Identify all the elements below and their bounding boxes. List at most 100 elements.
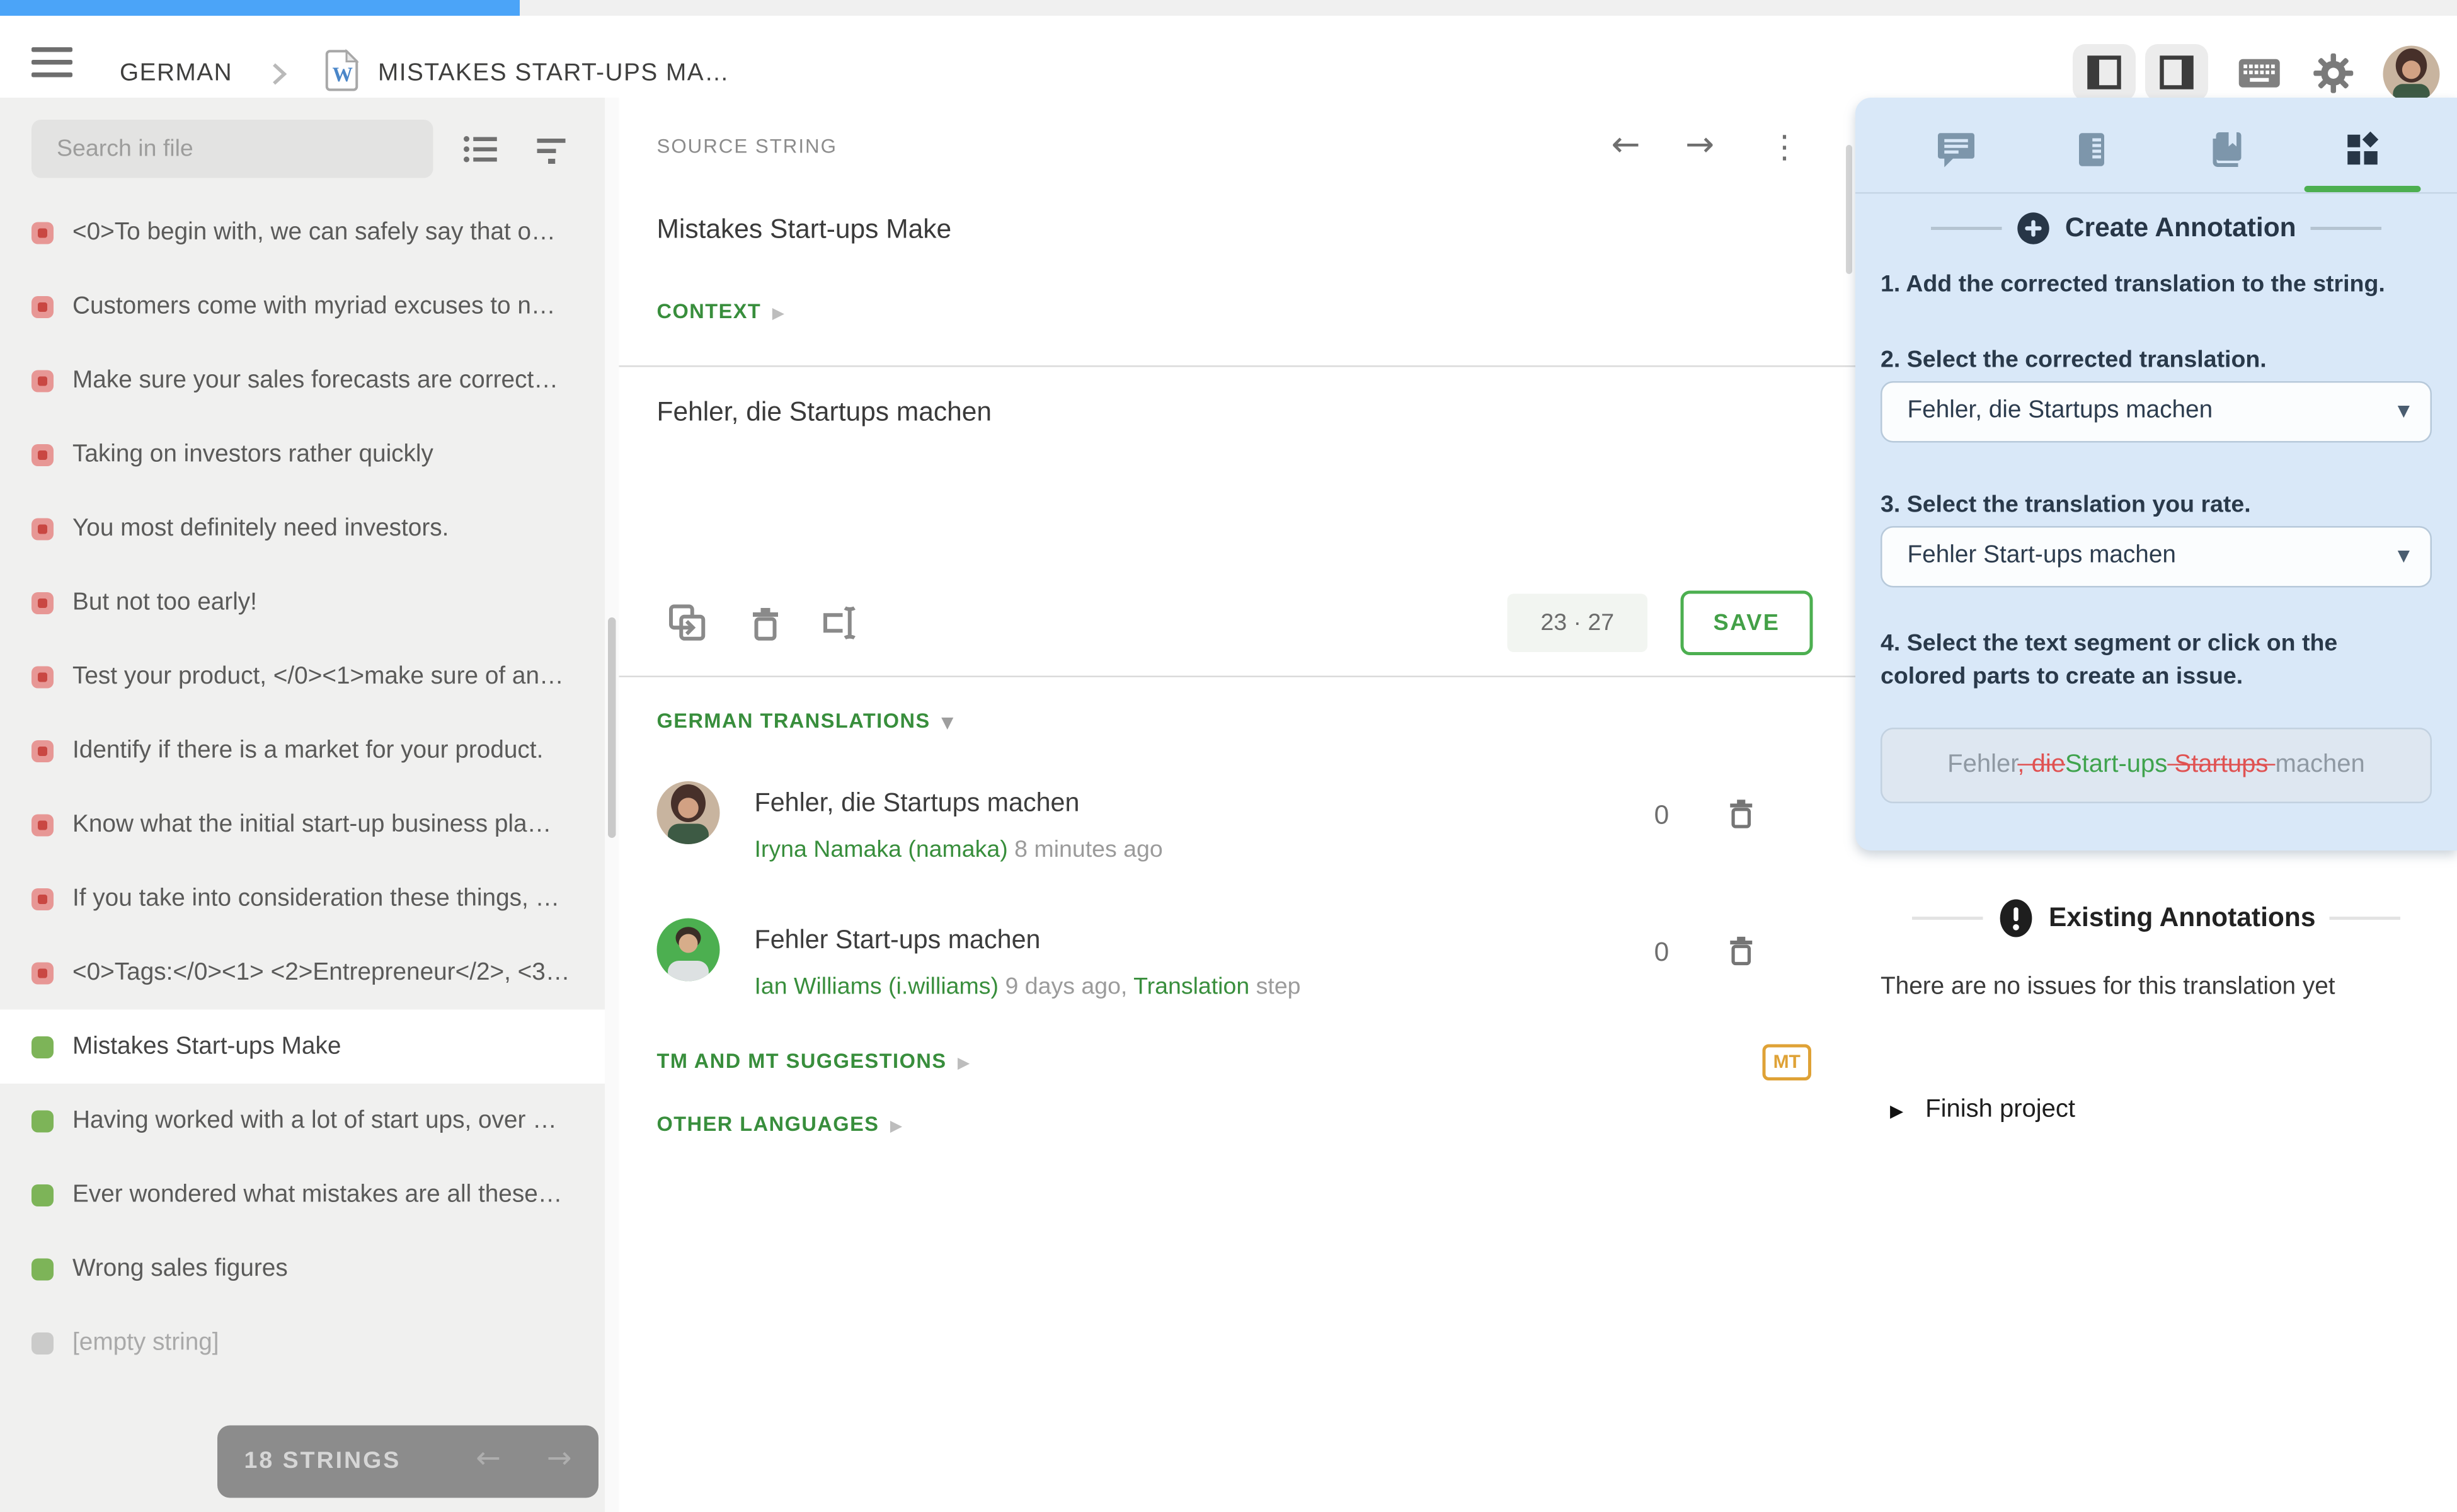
string-list-item[interactable]: Taking on investors rather quickly: [0, 418, 619, 492]
previous-string-button[interactable]: ←: [1612, 126, 1641, 166]
select-caret-icon: ▼: [2398, 548, 2410, 566]
toggle-left-panel-button[interactable]: [2073, 44, 2136, 101]
translation-text[interactable]: Fehler, die Startups machen: [755, 789, 1080, 820]
translation-meta: Ian Williams (i.williams) 9 days ago, Tr…: [755, 973, 1301, 1000]
strings-sidebar: <0>To begin with, we can safely say that…: [0, 98, 619, 1512]
author-link[interactable]: Iryna Namaka (namaka): [755, 837, 1008, 864]
divider: [1855, 192, 2457, 194]
svg-text:W: W: [333, 64, 353, 86]
keyboard-shortcuts-icon[interactable]: [2238, 59, 2281, 89]
status-translated-icon: [32, 1184, 54, 1206]
string-list-item[interactable]: <0>Tags:</0><1> <2>Entrepreneur</2>, <3…: [0, 936, 619, 1010]
toggle-right-panel-button[interactable]: [2145, 44, 2208, 101]
status-untranslated-icon: [32, 740, 54, 762]
editor-main: SOURCE STRING ← → ⋮ Mistakes Start-ups M…: [619, 98, 1856, 1512]
tab-context-info[interactable]: [2060, 123, 2123, 176]
comment-icon: [1936, 129, 1977, 170]
main-scrollbar-thumb[interactable]: [1846, 145, 1852, 274]
string-list-item[interactable]: Make sure your sales forecasts are corre…: [0, 343, 619, 418]
tab-annotations-active[interactable]: [2331, 123, 2394, 176]
translation-text[interactable]: Fehler Start-ups machen: [755, 926, 1041, 956]
view-list-icon[interactable]: [463, 134, 501, 166]
string-list-item[interactable]: Wrong sales figures: [0, 1232, 619, 1306]
string-list-item[interactable]: Know what the initial start-up business …: [0, 788, 619, 862]
tab-glossary[interactable]: [2196, 123, 2259, 176]
next-page-button[interactable]: →: [547, 1441, 572, 1476]
removed-segment[interactable]: Startups: [2167, 752, 2275, 779]
user-avatar[interactable]: [2383, 46, 2440, 103]
string-list-item[interactable]: Having worked with a lot of start ups, o…: [0, 1084, 619, 1158]
filter-icon[interactable]: [537, 137, 569, 166]
string-list-item[interactable]: Customers come with myriad excuses to n…: [0, 270, 619, 344]
status-untranslated-icon: [32, 295, 54, 318]
corrected-translation-select[interactable]: Fehler, die Startups machen ▼: [1881, 381, 2432, 443]
status-untranslated-icon: [32, 221, 54, 243]
tab-comments[interactable]: [1925, 123, 1988, 176]
status-translated-icon: [32, 1109, 54, 1131]
step-1-instruction: 1. Add the corrected translation to the …: [1881, 268, 2435, 301]
translation-input[interactable]: Fehler, die Startups machen: [657, 397, 992, 428]
vote-count: 0: [1646, 937, 1678, 969]
delete-translation-icon[interactable]: [1725, 796, 1758, 832]
string-list-item[interactable]: But not too early!: [0, 566, 619, 640]
string-list-item[interactable]: <0>To begin with, we can safely say that…: [0, 195, 619, 270]
added-segment[interactable]: Start-ups: [2065, 752, 2167, 779]
collapse-caret-icon: ▼: [941, 715, 954, 733]
sidebar-scrollbar[interactable]: [605, 98, 619, 1512]
rated-translation-select[interactable]: Fehler Start-ups machen ▼: [1881, 526, 2432, 588]
finish-project-toggle[interactable]: ▶Finish project: [1890, 1096, 2075, 1125]
tm-suggestions-toggle[interactable]: TM AND MT SUGGESTIONS▶: [657, 1049, 971, 1073]
step-2-instruction: 2. Select the corrected translation.: [1881, 343, 2435, 377]
right-panel: Create Annotation 1. Add the corrected t…: [1855, 98, 2457, 1512]
string-list-item[interactable]: Test your product, </0><1>make sure of a…: [0, 639, 619, 714]
string-list-item[interactable]: [empty string]: [0, 1306, 619, 1380]
workflow-step-link[interactable]: Translation: [1133, 973, 1249, 1000]
search-input[interactable]: [54, 134, 415, 164]
translations-section-toggle[interactable]: GERMAN TRANSLATIONS▼: [657, 709, 954, 733]
step-3-instruction: 3. Select the translation you rate.: [1881, 488, 2435, 522]
annotation-card: Create Annotation 1. Add the corrected t…: [1855, 98, 2457, 850]
save-button[interactable]: SAVE: [1681, 591, 1813, 656]
string-list-item-selected[interactable]: Mistakes Start-ups Make: [0, 1010, 619, 1084]
status-empty-icon: [32, 1332, 54, 1354]
string-list-item[interactable]: Ever wondered what mistakes are all thes…: [0, 1158, 619, 1232]
context-toggle[interactable]: CONTEXT▶: [657, 299, 786, 323]
existing-annotations-header: Existing Annotations: [1855, 895, 2457, 942]
status-untranslated-icon: [32, 592, 54, 614]
select-text-icon[interactable]: [818, 602, 861, 644]
layout-right-icon: [2158, 54, 2196, 91]
breadcrumb-project[interactable]: GERMAN: [120, 60, 232, 88]
create-annotation-header: Create Annotation: [1855, 205, 2457, 252]
document-info-icon: [2071, 129, 2112, 170]
string-list-item[interactable]: Identify if there is a market for your p…: [0, 714, 619, 788]
status-untranslated-icon: [32, 888, 54, 910]
string-list-item[interactable]: If you take into consideration these thi…: [0, 862, 619, 936]
status-translated-icon: [32, 1036, 54, 1058]
more-options-icon[interactable]: ⋮: [1769, 128, 1801, 166]
author-link[interactable]: Ian Williams (i.williams): [755, 973, 999, 1000]
status-translated-icon: [32, 1257, 54, 1280]
glossary-book-icon: [2207, 129, 2248, 170]
prev-page-button[interactable]: ←: [476, 1441, 501, 1476]
delete-translation-icon[interactable]: [1725, 932, 1758, 969]
next-string-button[interactable]: →: [1685, 126, 1714, 166]
settings-gear-icon[interactable]: [2312, 52, 2355, 95]
string-list-item[interactable]: You most definitely need investors.: [0, 491, 619, 566]
translator-avatar: [657, 919, 720, 982]
search-box: [32, 120, 433, 178]
sidebar-scrollbar-thumb[interactable]: [608, 617, 616, 838]
translation-meta: Iryna Namaka (namaka) 8 minutes ago: [755, 837, 1163, 864]
delete-translation-icon[interactable]: [747, 604, 784, 644]
status-untranslated-icon: [32, 444, 54, 466]
other-languages-toggle[interactable]: OTHER LANGUAGES▶: [657, 1112, 903, 1136]
removed-segment[interactable]: , die: [2017, 752, 2065, 779]
status-untranslated-icon: [32, 369, 54, 391]
status-untranslated-icon: [32, 961, 54, 983]
diff-segment-box[interactable]: Fehler, dieStart-ups Startups machen: [1881, 728, 2432, 803]
existing-annotations-title: Existing Annotations: [2049, 903, 2315, 934]
menu-icon[interactable]: [32, 47, 72, 84]
copy-source-icon[interactable]: [667, 602, 709, 644]
editor-window: GERMAN W MISTAKES START-UPS MA…: [0, 0, 2457, 1512]
divider: [619, 676, 1856, 678]
expand-triangle-icon: ▶: [958, 1055, 971, 1073]
